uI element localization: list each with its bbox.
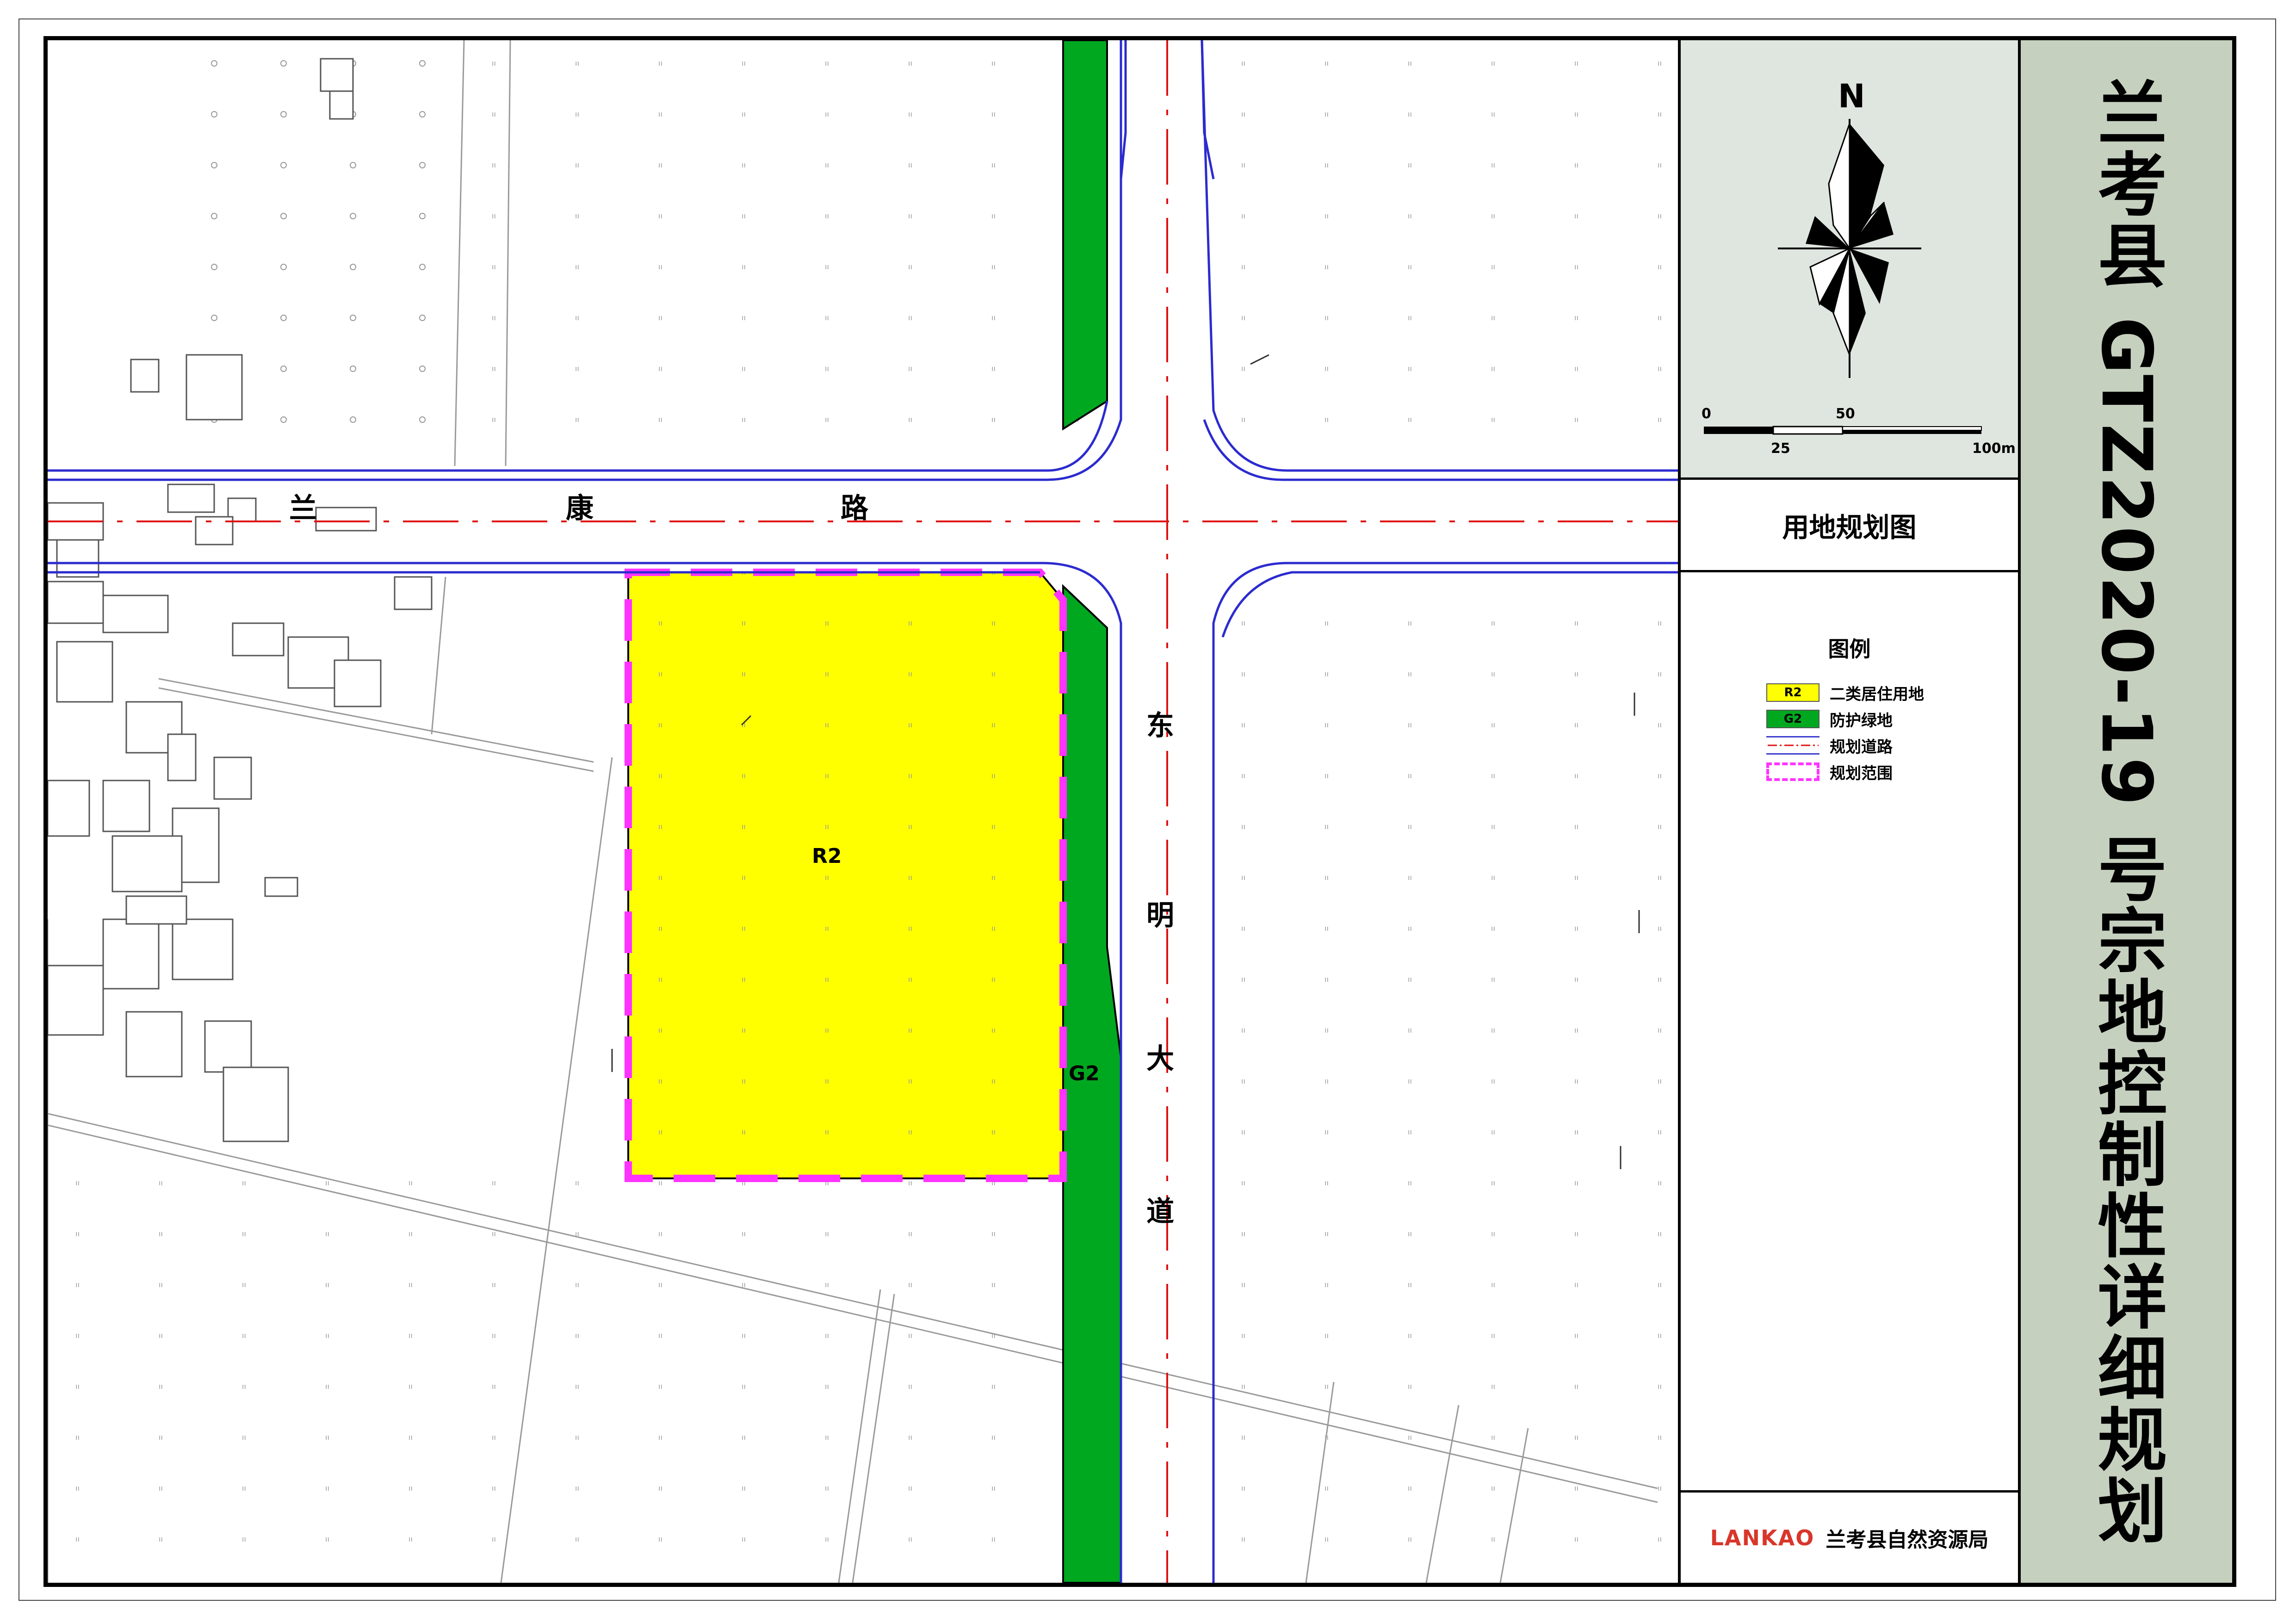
scale-bar-graphic bbox=[1704, 426, 1982, 435]
green-belt-north bbox=[1062, 40, 1108, 431]
org-name: 兰考县自然资源局 bbox=[1826, 1528, 1989, 1552]
parcel-r2-texture bbox=[628, 572, 1063, 1178]
legend-label-r2: 二类居住用地 bbox=[1830, 685, 1924, 704]
farmland-sw bbox=[48, 1151, 1107, 1583]
legend-item-road: 规划道路 bbox=[1766, 736, 1893, 756]
road-label-da: 大 bbox=[1146, 1043, 1174, 1075]
scale-bar: 0 50 25 100m bbox=[1681, 401, 2018, 471]
page-title: 兰考县 GTZ2020-19 号宗地控制性详细规划 bbox=[2086, 77, 2166, 1546]
legend-swatch-r2: R2 bbox=[1766, 683, 1819, 702]
plan-title-box: 用地规划图 bbox=[1681, 480, 2018, 572]
legend-item-g2: G2 防护绿地 bbox=[1766, 710, 1893, 730]
scale-label-25: 25 bbox=[1771, 440, 1790, 457]
land-use-map[interactable]: ıı bbox=[48, 40, 1678, 1583]
farmland-ne bbox=[1218, 40, 1678, 466]
scale-label-0: 0 bbox=[1702, 406, 1711, 422]
road-label-dao: 道 bbox=[1146, 1196, 1174, 1228]
farmland-se bbox=[1218, 577, 1678, 1583]
zone-label-g2: G2 bbox=[1069, 1062, 1100, 1085]
road-label-kang: 康 bbox=[566, 492, 594, 525]
org-logo: LANKAO bbox=[1710, 1525, 1815, 1550]
org-box: LANKAO 兰考县自然资源局 bbox=[1681, 1490, 2018, 1583]
legend-label-boundary: 规划范围 bbox=[1830, 764, 1893, 783]
farmland-nw bbox=[455, 40, 1107, 466]
road-label-lu: 路 bbox=[841, 492, 868, 525]
north-arrow-icon bbox=[1778, 119, 1921, 378]
zone-label-r2: R2 bbox=[812, 844, 842, 868]
compass-box: N 0 50 25 100m bbox=[1681, 40, 2018, 480]
legend-label-g2: 防护绿地 bbox=[1830, 711, 1893, 730]
legend-title: 图例 bbox=[1828, 637, 1871, 662]
legend-swatch-road-icon bbox=[1766, 736, 1819, 755]
title-column: 兰考县 GTZ2020-19 号宗地控制性详细规划 bbox=[2018, 40, 2232, 1583]
legend: 图例 R2 二类居住用地 G2 防护绿地 规划道路 规划范围 bbox=[1681, 572, 2018, 1491]
legend-item-r2: R2 二类居住用地 bbox=[1766, 683, 1924, 704]
legend-swatch-boundary-icon bbox=[1766, 762, 1819, 781]
road-label-lan: 兰 bbox=[289, 492, 317, 525]
legend-item-boundary: 规划范围 bbox=[1766, 762, 1893, 783]
road-label-dong: 东 bbox=[1146, 710, 1174, 742]
scale-label-50: 50 bbox=[1836, 406, 1855, 422]
road-label-ming: 明 bbox=[1146, 899, 1174, 932]
scale-label-100: 100m bbox=[1972, 440, 2016, 457]
legend-swatch-g2: G2 bbox=[1766, 710, 1819, 728]
road-line-icon bbox=[1767, 744, 1819, 746]
side-panel: N 0 50 25 100m 用地规划图 图例 R2 二类居住用地 G2 防护绿… bbox=[1678, 40, 2018, 1583]
legend-label-road: 规划道路 bbox=[1830, 737, 1893, 756]
plan-title: 用地规划图 bbox=[1782, 511, 1917, 543]
